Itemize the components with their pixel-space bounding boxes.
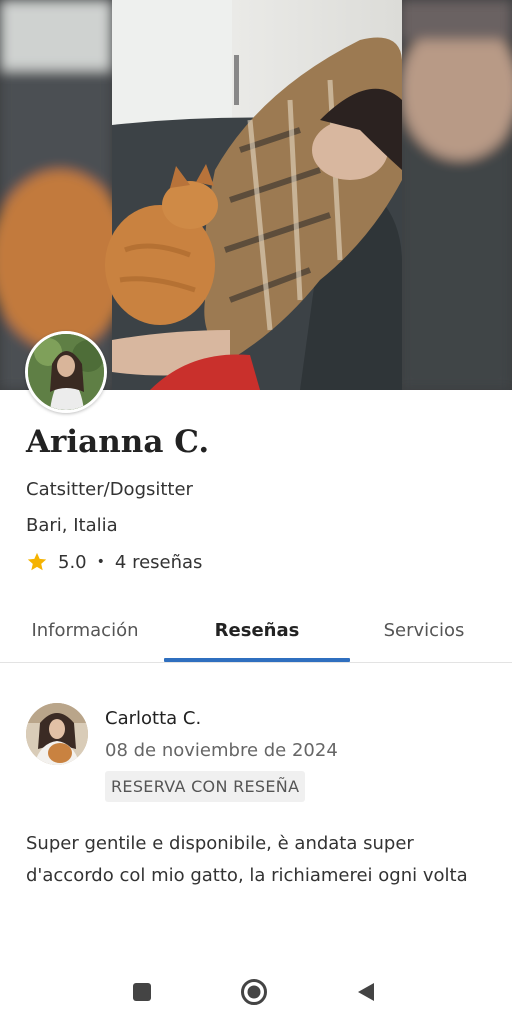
rating-separator: • — [96, 554, 105, 570]
tab-resenas[interactable]: Reseñas — [164, 604, 350, 662]
tab-servicios[interactable]: Servicios — [340, 604, 508, 662]
rating-value: 5.0 — [58, 551, 87, 573]
star-icon — [27, 552, 47, 571]
review-text: Super gentile e disponibile, è andata su… — [26, 833, 468, 886]
square-icon — [133, 983, 151, 1001]
reviews-count: 4 reseñas — [114, 551, 203, 573]
reviewer-avatar[interactable] — [26, 703, 88, 765]
profile-rating[interactable]: 5.0 • 4 reseñas — [26, 551, 202, 573]
profile-tabs: Información Reseñas Servicios — [0, 604, 512, 663]
circle-icon — [241, 979, 267, 1005]
profile-name: Arianna C. — [26, 424, 210, 460]
triangle-back-icon — [358, 983, 374, 1001]
home-button[interactable] — [236, 974, 272, 1010]
system-navigation-bar — [0, 960, 512, 1024]
reviewer-name[interactable]: Carlotta C. — [105, 708, 201, 729]
active-tab-indicator — [164, 658, 350, 662]
profile-avatar-image — [28, 334, 104, 410]
profile-role: Catsitter/Dogsitter — [26, 479, 193, 500]
review-badge: RESERVA CON RESEÑA — [105, 771, 306, 802]
review-date: 08 de noviembre de 2024 — [105, 740, 338, 761]
recents-button[interactable] — [124, 974, 160, 1010]
profile-avatar[interactable] — [25, 331, 107, 413]
back-button[interactable] — [348, 974, 384, 1010]
reviewer-avatar-image — [26, 703, 88, 765]
profile-location: Bari, Italia — [26, 515, 118, 536]
tab-informacion[interactable]: Información — [0, 604, 170, 662]
